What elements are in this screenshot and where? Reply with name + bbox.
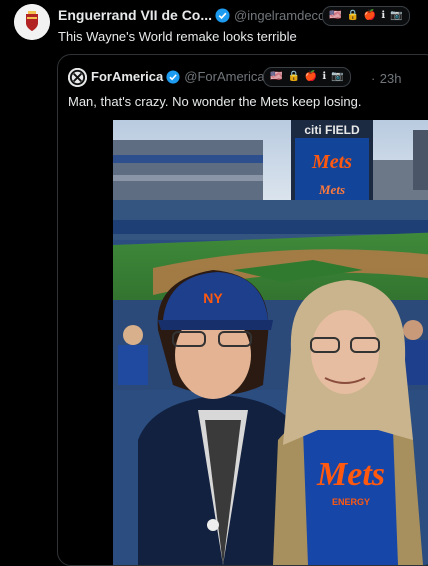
scoreboard-logo: Mets: [311, 151, 352, 173]
author-avatar[interactable]: [14, 4, 50, 40]
author-name[interactable]: Enguerrand VII de Co...: [58, 7, 212, 23]
quoted-header: ForAmerica @ForAmerica: [91, 69, 265, 84]
quoted-tweet[interactable]: ForAmerica @ForAmerica 🇺🇸 🔒 🍎 ℹ 📷 · 23h …: [57, 54, 428, 566]
quoted-text: Man, that's crazy. No wonder the Mets ke…: [68, 94, 362, 109]
cap-logo: NY: [203, 290, 223, 306]
apple-icon[interactable]: 🍎: [364, 11, 376, 21]
photo-illustration: citi FIELD Mets Mets NY Mets ENERGY: [113, 120, 428, 565]
camera-icon[interactable]: 📷: [331, 72, 343, 82]
shirt-subtext: ENERGY: [332, 497, 370, 507]
stadium-selfie-photo[interactable]: citi FIELD Mets Mets NY Mets ENERGY: [113, 120, 428, 565]
verified-icon: [166, 69, 180, 84]
quoted-extension-badges: 🇺🇸 🔒 🍎 ℹ 📷: [263, 67, 351, 87]
extension-badges: 🇺🇸 🔒 🍎 ℹ 📷: [322, 6, 410, 26]
separator-dot: ·: [371, 71, 376, 86]
post-time: 23h: [379, 71, 402, 86]
lock-icon[interactable]: 🔒: [346, 11, 358, 21]
tweet-text: This Wayne's World remake looks terrible: [58, 29, 297, 44]
us-flag-icon[interactable]: 🇺🇸: [329, 11, 341, 21]
us-flag-icon[interactable]: 🇺🇸: [270, 72, 282, 82]
author-handle[interactable]: @ingelramdeco...: [234, 8, 336, 23]
foramerica-logo-icon: [68, 68, 87, 87]
tweet-header: Enguerrand VII de Co... @ingelramdeco...: [58, 7, 336, 23]
scoreboard-logo-small: Mets: [318, 182, 345, 197]
quoted-author-name[interactable]: ForAmerica: [91, 69, 163, 84]
apple-icon[interactable]: 🍎: [305, 72, 317, 82]
scoreboard-title: citi FIELD: [304, 123, 360, 137]
quoted-timestamp[interactable]: · 23h: [371, 70, 402, 88]
info-icon[interactable]: ℹ: [322, 72, 326, 82]
quoted-author-handle[interactable]: @ForAmerica: [184, 69, 264, 84]
quoted-author-avatar[interactable]: [68, 68, 87, 87]
info-icon[interactable]: ℹ: [381, 11, 385, 21]
shirt-logo: Mets: [316, 456, 385, 493]
lock-icon[interactable]: 🔒: [287, 72, 299, 82]
verified-icon: [215, 7, 230, 23]
camera-icon[interactable]: 📷: [390, 11, 402, 21]
coat-of-arms-icon: [14, 4, 50, 40]
